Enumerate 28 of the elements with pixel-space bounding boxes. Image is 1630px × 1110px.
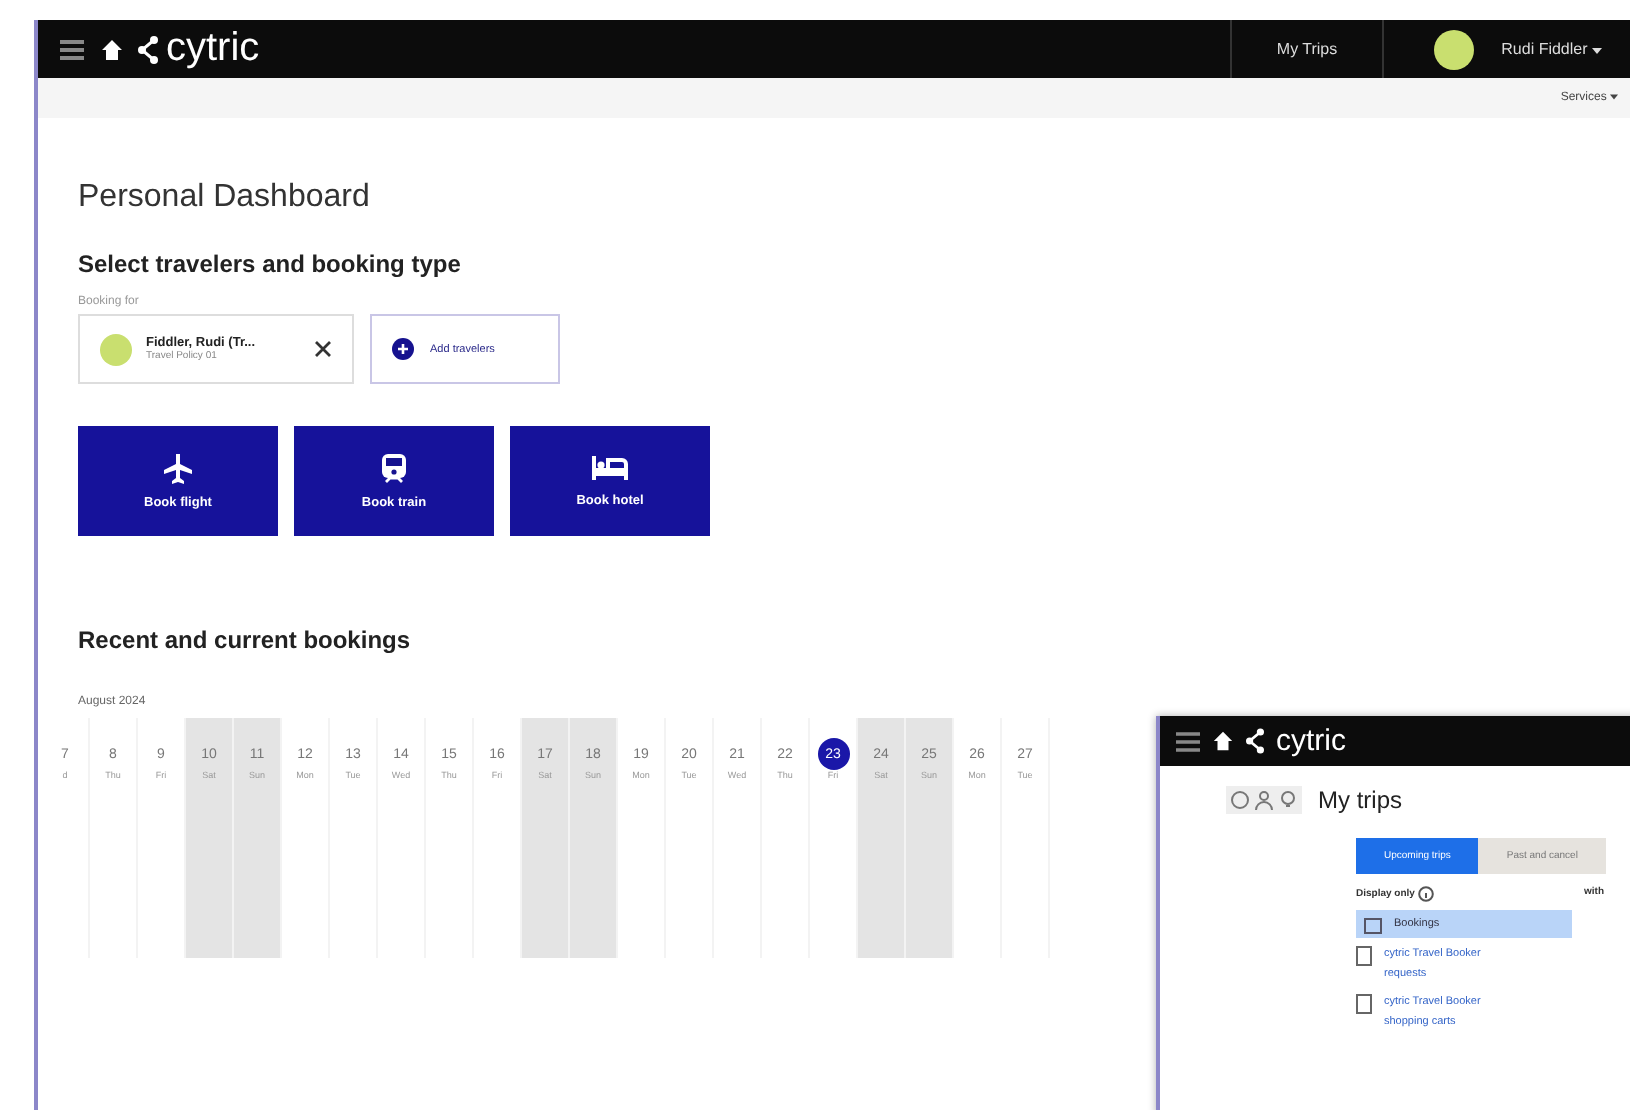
menu-icon[interactable] xyxy=(58,37,86,61)
section-heading: Select travelers and booking type xyxy=(78,250,463,278)
section-heading: Recent and current bookings xyxy=(78,626,413,654)
share-logo-icon xyxy=(1246,728,1264,754)
home-icon[interactable] xyxy=(100,37,124,61)
logo-text: cytric xyxy=(166,26,260,72)
document-icon xyxy=(1356,946,1374,966)
train-icon xyxy=(380,452,408,484)
user-menu-button[interactable]: Rudi Fiddler xyxy=(1489,38,1614,60)
airplane-icon xyxy=(162,452,194,484)
info-icon xyxy=(1418,886,1435,902)
avatar xyxy=(100,333,132,365)
home-icon[interactable] xyxy=(1212,730,1234,752)
window-title: My trips xyxy=(1318,786,1402,814)
page-title: Personal Dashboard xyxy=(78,178,372,216)
document-icon xyxy=(1356,993,1374,1014)
lightbulb-icon[interactable] xyxy=(1278,790,1298,810)
caret-icon xyxy=(1592,48,1602,54)
caret-icon xyxy=(1610,94,1618,100)
circle-icon[interactable] xyxy=(1230,790,1250,810)
close-icon[interactable] xyxy=(314,340,332,358)
logo-text: cytric xyxy=(1276,724,1346,758)
share-logo-icon xyxy=(138,35,158,63)
person-icon[interactable] xyxy=(1254,790,1274,810)
menu-icon[interactable] xyxy=(1176,731,1200,751)
bed-icon xyxy=(592,454,628,482)
plus-icon xyxy=(392,338,414,360)
avatar xyxy=(1433,29,1474,69)
